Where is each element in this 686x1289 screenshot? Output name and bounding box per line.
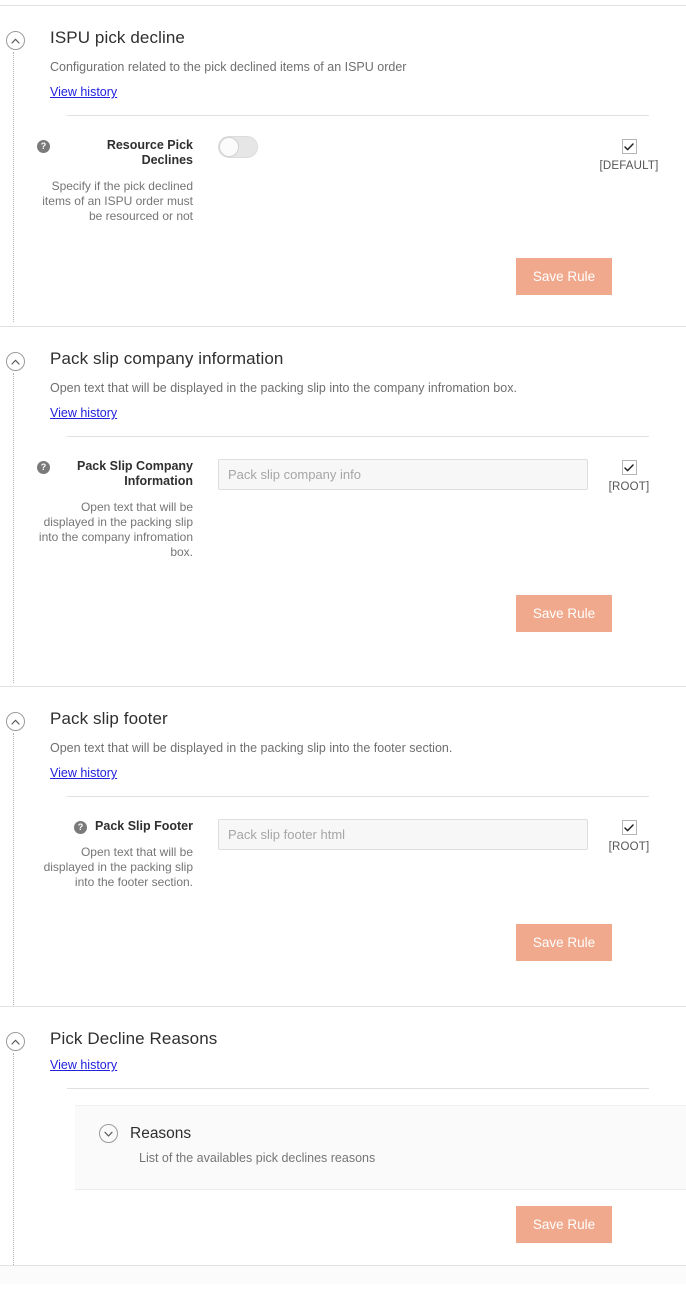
- chevron-up-circle-icon[interactable]: [6, 31, 25, 50]
- field-label-column: ? Resource Pick Declines Specify if the …: [37, 138, 200, 224]
- scope-label: [ROOT]: [608, 481, 650, 493]
- section-description: Open text that will be displayed in the …: [50, 741, 453, 755]
- toggle-knob: [219, 137, 239, 157]
- field-hint: Specify if the pick declined items of an…: [42, 179, 193, 223]
- field-hint: Open text that will be displayed in the …: [43, 845, 193, 889]
- section-pack-slip-company-information: Pack slip company information Open text …: [0, 327, 686, 686]
- scope-column: [ROOT]: [592, 819, 666, 853]
- field-row-resource-pick-declines: ? Resource Pick Declines Specify if the …: [20, 116, 666, 224]
- section-ispu-pick-decline: ISPU pick decline Configuration related …: [0, 6, 686, 326]
- section-title: ISPU pick decline: [50, 28, 185, 47]
- field-label-column: ? Pack Slip Company Information Open tex…: [37, 459, 200, 560]
- section-inner-divider: [67, 436, 649, 437]
- reasons-description: List of the availables pick declines rea…: [139, 1151, 376, 1165]
- field-row-pack-slip-footer: ? Pack Slip Footer Open text that will b…: [20, 797, 666, 890]
- bottom-strip: [0, 1266, 686, 1284]
- save-rule-button[interactable]: Save Rule: [516, 258, 612, 295]
- view-history-link[interactable]: View history: [50, 1058, 117, 1072]
- view-history-link[interactable]: View history: [50, 406, 117, 420]
- section-description: Open text that will be displayed in the …: [50, 381, 517, 395]
- field-control-column: [200, 136, 592, 172]
- save-rule-row: Save Rule: [20, 258, 666, 295]
- section-inner-divider: [67, 1088, 649, 1089]
- pack-slip-company-info-input[interactable]: [218, 459, 588, 490]
- resource-pick-declines-toggle[interactable]: [218, 136, 258, 158]
- chevron-up-circle-icon[interactable]: [6, 712, 25, 731]
- chevron-up-circle-icon[interactable]: [6, 1032, 25, 1051]
- save-rule-row: Save Rule: [20, 595, 666, 632]
- scope-checkbox[interactable]: [621, 460, 637, 475]
- chevron-down-circle-icon[interactable]: [99, 1124, 118, 1143]
- field-label: Resource Pick Declines: [106, 138, 193, 167]
- section-inner-divider: [67, 115, 649, 116]
- field-control-column: [200, 459, 592, 493]
- section-description: Configuration related to the pick declin…: [50, 60, 407, 74]
- section-title: Pack slip footer: [50, 709, 168, 728]
- scope-column: [ROOT]: [592, 459, 666, 493]
- view-history-link[interactable]: View history: [50, 85, 117, 99]
- field-row-pack-slip-company-information: ? Pack Slip Company Information Open tex…: [20, 437, 666, 560]
- scope-column: [DEFAULT]: [592, 138, 666, 172]
- question-mark-circle-icon[interactable]: ?: [37, 461, 50, 474]
- question-mark-circle-icon[interactable]: ?: [74, 821, 88, 834]
- field-label: Pack Slip Company Information: [76, 459, 193, 488]
- reasons-title: Reasons: [130, 1124, 192, 1142]
- section-inner-divider: [67, 796, 649, 797]
- section-guide-line: [13, 373, 14, 683]
- scope-checkbox[interactable]: [621, 820, 637, 835]
- section-guide-line: [13, 52, 14, 322]
- question-mark-circle-icon[interactable]: ?: [37, 140, 50, 153]
- settings-page: ISPU pick decline Configuration related …: [0, 5, 686, 1289]
- section-guide-line: [13, 733, 14, 1005]
- reasons-panel: Reasons List of the availables pick decl…: [75, 1105, 686, 1190]
- save-rule-button[interactable]: Save Rule: [516, 1206, 612, 1243]
- scope-checkbox[interactable]: [621, 139, 637, 154]
- scope-label: [ROOT]: [608, 841, 650, 853]
- save-rule-row: Save Rule: [20, 924, 666, 961]
- field-label: Pack Slip Footer: [95, 819, 193, 833]
- section-title: Pack slip company information: [50, 349, 284, 368]
- section-pack-slip-footer: Pack slip footer Open text that will be …: [0, 687, 686, 1006]
- save-rule-button[interactable]: Save Rule: [516, 924, 612, 961]
- section-title: Pick Decline Reasons: [50, 1029, 218, 1048]
- field-control-column: [200, 819, 592, 853]
- section-guide-line: [13, 1053, 14, 1265]
- pack-slip-footer-input[interactable]: [218, 819, 588, 850]
- view-history-link[interactable]: View history: [50, 766, 117, 780]
- section-pick-decline-reasons: Pick Decline Reasons View history Reason…: [0, 1007, 686, 1265]
- save-rule-row: Save Rule: [20, 1206, 666, 1243]
- scope-label: [DEFAULT]: [599, 160, 659, 172]
- field-label-column: ? Pack Slip Footer Open text that will b…: [37, 819, 200, 890]
- field-hint: Open text that will be displayed in the …: [38, 500, 193, 559]
- save-rule-button[interactable]: Save Rule: [516, 595, 612, 632]
- chevron-up-circle-icon[interactable]: [6, 352, 25, 371]
